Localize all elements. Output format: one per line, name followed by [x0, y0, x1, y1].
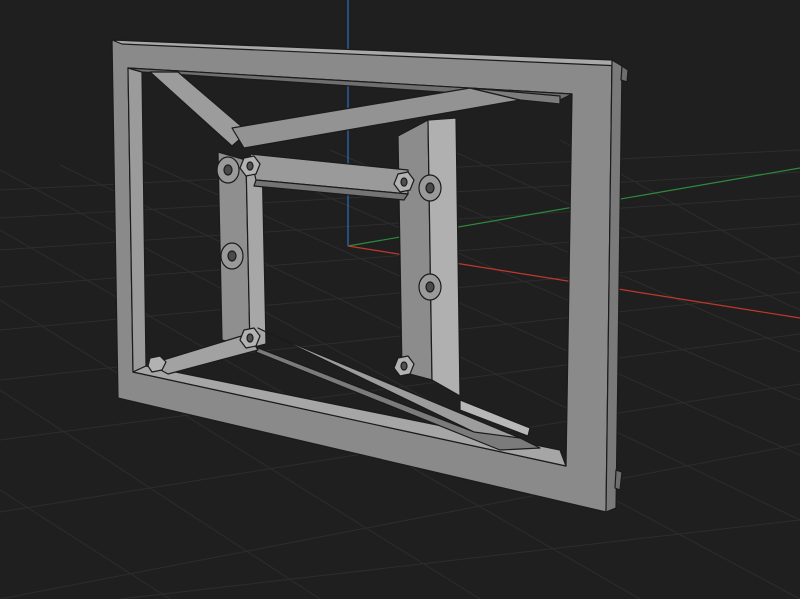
viewport-canvas[interactable] [0, 0, 800, 599]
frame-model[interactable] [111, 39, 629, 513]
washer-icon [220, 242, 244, 270]
mount-tab-bottom [614, 469, 623, 491]
right-upright [397, 119, 433, 381]
diagonal-brace-top-left [149, 71, 249, 147]
washer-icon [418, 273, 442, 301]
hex-nut-icon [393, 355, 415, 377]
hex-nut-icon [393, 171, 415, 193]
mount-tab-top [620, 65, 629, 83]
washer-icon [418, 174, 442, 202]
3d-viewport[interactable] [0, 0, 800, 599]
diagonal-brace-top-right [231, 87, 521, 149]
washer-icon [216, 156, 240, 184]
